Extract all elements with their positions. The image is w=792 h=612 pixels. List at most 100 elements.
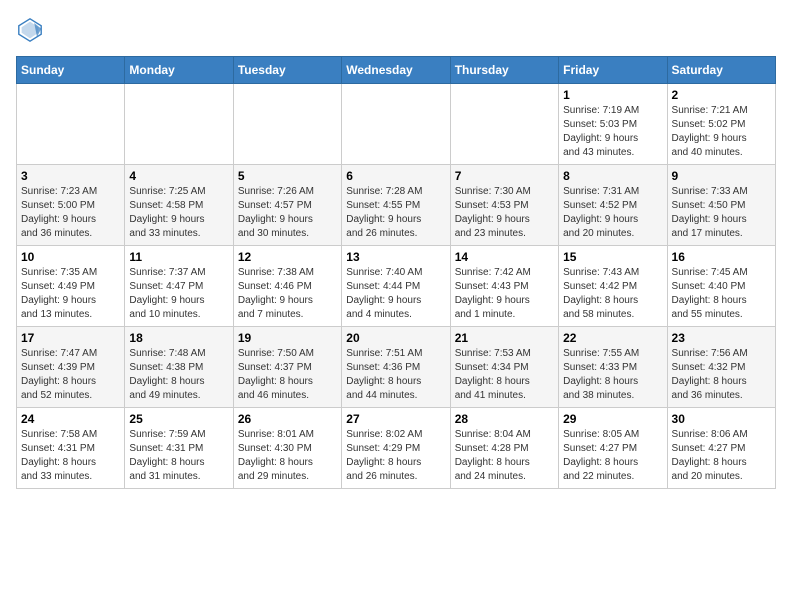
day-number: 20 — [346, 331, 445, 345]
calendar-cell: 3 Sunrise: 7:23 AM Sunset: 5:00 PM Daylig… — [17, 165, 125, 246]
calendar-cell: 30 Sunrise: 8:06 AM Sunset: 4:27 PM Dayli… — [667, 408, 775, 489]
calendar-cell: 7 Sunrise: 7:30 AM Sunset: 4:53 PM Daylig… — [450, 165, 558, 246]
calendar-cell — [125, 84, 233, 165]
weekday-header-monday: Monday — [125, 57, 233, 84]
day-info: Sunrise: 7:51 AM Sunset: 4:36 PM Dayligh… — [346, 347, 445, 403]
calendar-cell: 22 Sunrise: 7:55 AM Sunset: 4:33 PM Dayli… — [559, 327, 667, 408]
day-info: Sunrise: 7:58 AM Sunset: 4:31 PM Dayligh… — [21, 428, 120, 484]
day-number: 5 — [238, 169, 337, 183]
day-info: Sunrise: 7:50 AM Sunset: 4:37 PM Dayligh… — [238, 347, 337, 403]
week-row-2: 3 Sunrise: 7:23 AM Sunset: 5:00 PM Daylig… — [17, 165, 776, 246]
day-number: 30 — [672, 412, 771, 426]
calendar-cell: 13 Sunrise: 7:40 AM Sunset: 4:44 PM Dayli… — [342, 246, 450, 327]
day-number: 10 — [21, 250, 120, 264]
day-info: Sunrise: 7:38 AM Sunset: 4:46 PM Dayligh… — [238, 266, 337, 322]
calendar-cell: 26 Sunrise: 8:01 AM Sunset: 4:30 PM Dayli… — [233, 408, 341, 489]
day-number: 2 — [672, 88, 771, 102]
day-info: Sunrise: 7:23 AM Sunset: 5:00 PM Dayligh… — [21, 185, 120, 241]
day-info: Sunrise: 7:56 AM Sunset: 4:32 PM Dayligh… — [672, 347, 771, 403]
day-info: Sunrise: 8:06 AM Sunset: 4:27 PM Dayligh… — [672, 428, 771, 484]
calendar-cell: 25 Sunrise: 7:59 AM Sunset: 4:31 PM Dayli… — [125, 408, 233, 489]
day-number: 13 — [346, 250, 445, 264]
logo — [16, 16, 48, 44]
day-number: 29 — [563, 412, 662, 426]
calendar-cell: 15 Sunrise: 7:43 AM Sunset: 4:42 PM Dayli… — [559, 246, 667, 327]
day-info: Sunrise: 7:59 AM Sunset: 4:31 PM Dayligh… — [129, 428, 228, 484]
day-info: Sunrise: 7:33 AM Sunset: 4:50 PM Dayligh… — [672, 185, 771, 241]
calendar-cell: 6Sunrise: 7:28 AM Sunset: 4:55 PM Daylig… — [342, 165, 450, 246]
day-number: 25 — [129, 412, 228, 426]
day-info: Sunrise: 8:01 AM Sunset: 4:30 PM Dayligh… — [238, 428, 337, 484]
weekday-header-row: SundayMondayTuesdayWednesdayThursdayFrid… — [17, 57, 776, 84]
calendar-cell — [342, 84, 450, 165]
day-number: 3 — [21, 169, 120, 183]
header — [16, 16, 776, 44]
calendar-table: SundayMondayTuesdayWednesdayThursdayFrid… — [16, 56, 776, 489]
calendar-cell: 27Sunrise: 8:02 AM Sunset: 4:29 PM Dayli… — [342, 408, 450, 489]
calendar-cell — [233, 84, 341, 165]
calendar-cell: 19 Sunrise: 7:50 AM Sunset: 4:37 PM Dayli… — [233, 327, 341, 408]
week-row-4: 17Sunrise: 7:47 AM Sunset: 4:39 PM Dayli… — [17, 327, 776, 408]
calendar-cell: 24Sunrise: 7:58 AM Sunset: 4:31 PM Dayli… — [17, 408, 125, 489]
day-number: 12 — [238, 250, 337, 264]
weekday-header-saturday: Saturday — [667, 57, 775, 84]
calendar-cell: 9 Sunrise: 7:33 AM Sunset: 4:50 PM Daylig… — [667, 165, 775, 246]
day-number: 22 — [563, 331, 662, 345]
week-row-5: 24Sunrise: 7:58 AM Sunset: 4:31 PM Dayli… — [17, 408, 776, 489]
calendar-cell: 4Sunrise: 7:25 AM Sunset: 4:58 PM Daylig… — [125, 165, 233, 246]
day-info: Sunrise: 7:43 AM Sunset: 4:42 PM Dayligh… — [563, 266, 662, 322]
calendar-cell: 21 Sunrise: 7:53 AM Sunset: 4:34 PM Dayli… — [450, 327, 558, 408]
weekday-header-sunday: Sunday — [17, 57, 125, 84]
day-number: 11 — [129, 250, 228, 264]
day-info: Sunrise: 7:25 AM Sunset: 4:58 PM Dayligh… — [129, 185, 228, 241]
day-info: Sunrise: 7:19 AM Sunset: 5:03 PM Dayligh… — [563, 104, 662, 160]
calendar-cell: 17Sunrise: 7:47 AM Sunset: 4:39 PM Dayli… — [17, 327, 125, 408]
day-info: Sunrise: 7:48 AM Sunset: 4:38 PM Dayligh… — [129, 347, 228, 403]
day-number: 21 — [455, 331, 554, 345]
day-info: Sunrise: 7:28 AM Sunset: 4:55 PM Dayligh… — [346, 185, 445, 241]
weekday-header-wednesday: Wednesday — [342, 57, 450, 84]
day-info: Sunrise: 8:04 AM Sunset: 4:28 PM Dayligh… — [455, 428, 554, 484]
calendar-cell — [17, 84, 125, 165]
day-info: Sunrise: 8:05 AM Sunset: 4:27 PM Dayligh… — [563, 428, 662, 484]
day-number: 28 — [455, 412, 554, 426]
day-number: 7 — [455, 169, 554, 183]
day-number: 26 — [238, 412, 337, 426]
day-info: Sunrise: 7:21 AM Sunset: 5:02 PM Dayligh… — [672, 104, 771, 160]
day-info: Sunrise: 7:55 AM Sunset: 4:33 PM Dayligh… — [563, 347, 662, 403]
day-number: 9 — [672, 169, 771, 183]
calendar-cell: 8Sunrise: 7:31 AM Sunset: 4:52 PM Daylig… — [559, 165, 667, 246]
calendar-cell: 12 Sunrise: 7:38 AM Sunset: 4:46 PM Dayli… — [233, 246, 341, 327]
weekday-header-tuesday: Tuesday — [233, 57, 341, 84]
calendar-cell: 29 Sunrise: 8:05 AM Sunset: 4:27 PM Dayli… — [559, 408, 667, 489]
calendar-cell: 10 Sunrise: 7:35 AM Sunset: 4:49 PM Dayli… — [17, 246, 125, 327]
weekday-header-friday: Friday — [559, 57, 667, 84]
day-info: Sunrise: 7:30 AM Sunset: 4:53 PM Dayligh… — [455, 185, 554, 241]
day-info: Sunrise: 8:02 AM Sunset: 4:29 PM Dayligh… — [346, 428, 445, 484]
day-number: 15 — [563, 250, 662, 264]
day-number: 1 — [563, 88, 662, 102]
day-info: Sunrise: 7:47 AM Sunset: 4:39 PM Dayligh… — [21, 347, 120, 403]
calendar-cell: 16Sunrise: 7:45 AM Sunset: 4:40 PM Dayli… — [667, 246, 775, 327]
day-number: 18 — [129, 331, 228, 345]
day-number: 19 — [238, 331, 337, 345]
day-info: Sunrise: 7:37 AM Sunset: 4:47 PM Dayligh… — [129, 266, 228, 322]
calendar-cell — [450, 84, 558, 165]
day-info: Sunrise: 7:26 AM Sunset: 4:57 PM Dayligh… — [238, 185, 337, 241]
day-info: Sunrise: 7:35 AM Sunset: 4:49 PM Dayligh… — [21, 266, 120, 322]
calendar-cell: 23 Sunrise: 7:56 AM Sunset: 4:32 PM Dayli… — [667, 327, 775, 408]
day-number: 14 — [455, 250, 554, 264]
day-info: Sunrise: 7:53 AM Sunset: 4:34 PM Dayligh… — [455, 347, 554, 403]
calendar-cell: 14Sunrise: 7:42 AM Sunset: 4:43 PM Dayli… — [450, 246, 558, 327]
day-number: 23 — [672, 331, 771, 345]
calendar-cell: 1 Sunrise: 7:19 AM Sunset: 5:03 PM Daylig… — [559, 84, 667, 165]
week-row-3: 10 Sunrise: 7:35 AM Sunset: 4:49 PM Dayli… — [17, 246, 776, 327]
day-info: Sunrise: 7:40 AM Sunset: 4:44 PM Dayligh… — [346, 266, 445, 322]
calendar-cell: 2 Sunrise: 7:21 AM Sunset: 5:02 PM Daylig… — [667, 84, 775, 165]
calendar-cell: 5 Sunrise: 7:26 AM Sunset: 4:57 PM Daylig… — [233, 165, 341, 246]
day-number: 16 — [672, 250, 771, 264]
calendar-cell: 20 Sunrise: 7:51 AM Sunset: 4:36 PM Dayli… — [342, 327, 450, 408]
calendar-cell: 18 Sunrise: 7:48 AM Sunset: 4:38 PM Dayli… — [125, 327, 233, 408]
generalblue-logo-icon — [16, 16, 44, 44]
day-number: 8 — [563, 169, 662, 183]
